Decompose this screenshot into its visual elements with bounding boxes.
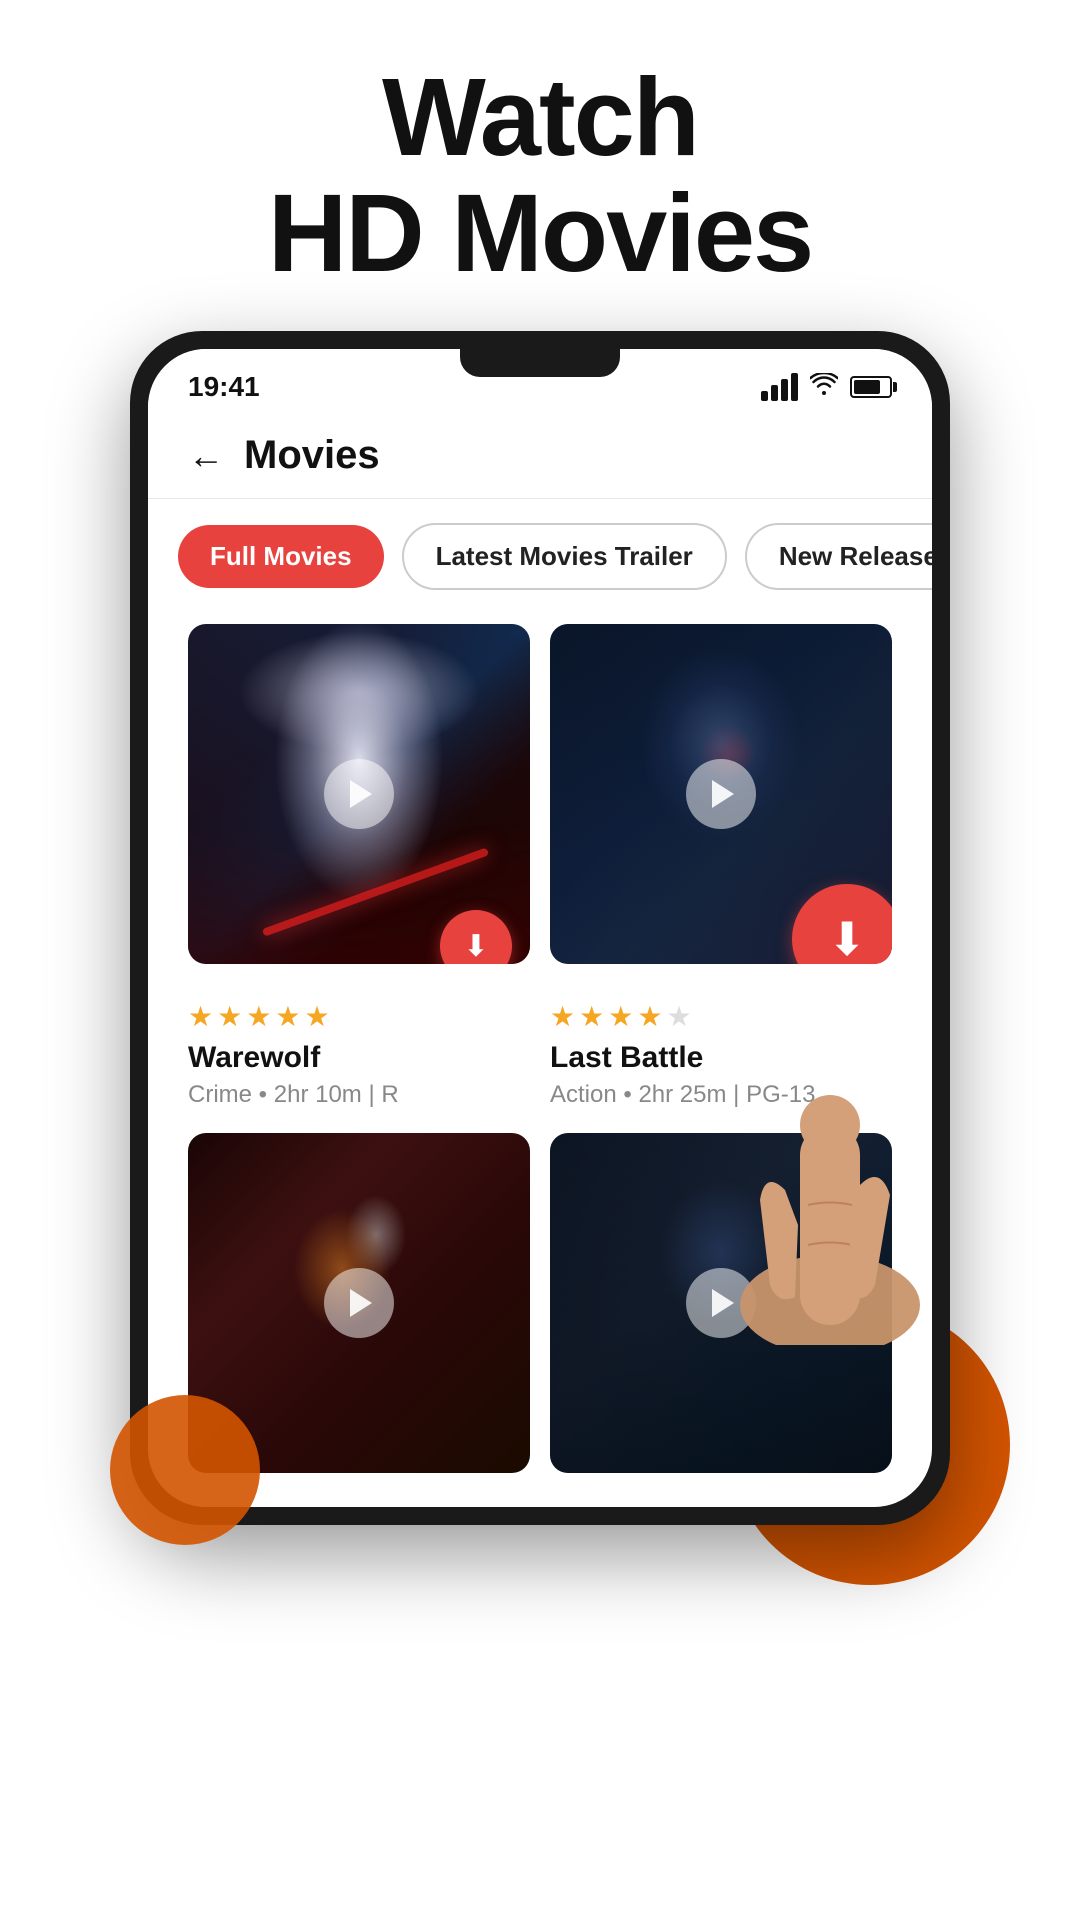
phone-mockup: 19:41: [130, 331, 950, 1525]
download-arrow-icon-2: ⬇: [828, 912, 867, 964]
back-button[interactable]: ←: [188, 435, 224, 477]
phone-frame: 19:41: [130, 331, 950, 1525]
hero-section: Watch HD Movies: [0, 0, 1080, 331]
wifi-icon: [810, 373, 838, 402]
status-icons: [761, 373, 892, 402]
filter-tabs: Full Movies Latest Movies Trailer New Re…: [148, 499, 932, 614]
movie-thumbnail-warewolf[interactable]: ⬇: [188, 624, 530, 964]
tab-new-releases[interactable]: New Releases: [745, 523, 932, 590]
movie-info-warewolf: ★ ★ ★ ★ ★ Warewolf Crime • 2hr 10m |: [188, 964, 530, 1109]
download-arrow-icon: ⬇: [463, 929, 488, 964]
orange-decoration-left: [110, 1395, 260, 1545]
star-5-empty: ★: [666, 1000, 691, 1033]
signal-bars-icon: [761, 373, 798, 401]
app-header: ← Movies: [148, 413, 932, 499]
play-triangle-icon-3: [350, 1289, 372, 1317]
download-button-warewolf[interactable]: ⬇: [440, 910, 512, 964]
movie-card-warewolf: ⬇ ★ ★ ★ ★ ★ Warewolf Crime: [178, 624, 540, 1133]
star-1: ★: [188, 1000, 213, 1033]
movie-thumbnail-last-battle[interactable]: ⬇: [550, 624, 892, 964]
hand-overlay: [730, 1005, 990, 1345]
play-triangle-icon-2: [712, 780, 734, 808]
star-2: ★: [579, 1000, 604, 1033]
page-title: Movies: [244, 433, 380, 478]
play-button-warewolf[interactable]: [324, 759, 394, 829]
battery-icon: [850, 376, 892, 398]
star-1: ★: [550, 1000, 575, 1033]
phone-notch: [460, 349, 620, 377]
play-button-last-battle[interactable]: [686, 759, 756, 829]
star-5: ★: [304, 1000, 329, 1033]
play-triangle-icon: [350, 780, 372, 808]
movie-meta-warewolf: Crime • 2hr 10m | R: [188, 1081, 530, 1109]
play-button-3[interactable]: [324, 1268, 394, 1338]
status-time: 19:41: [188, 371, 260, 403]
star-3: ★: [246, 1000, 271, 1033]
hero-title-line1: Watch: [382, 56, 698, 179]
star-2: ★: [217, 1000, 242, 1033]
star-4: ★: [637, 1000, 662, 1033]
tab-latest-trailer[interactable]: Latest Movies Trailer: [402, 523, 727, 590]
movie-title-warewolf: Warewolf: [188, 1041, 530, 1075]
download-button-last-battle[interactable]: ⬇: [792, 884, 892, 964]
tab-full-movies[interactable]: Full Movies: [178, 525, 384, 588]
star-rating-warewolf: ★ ★ ★ ★ ★: [188, 1000, 530, 1033]
star-4: ★: [275, 1000, 300, 1033]
hero-title-line2: HD Movies: [268, 172, 812, 295]
hero-title: Watch HD Movies: [40, 60, 1040, 291]
star-3: ★: [608, 1000, 633, 1033]
